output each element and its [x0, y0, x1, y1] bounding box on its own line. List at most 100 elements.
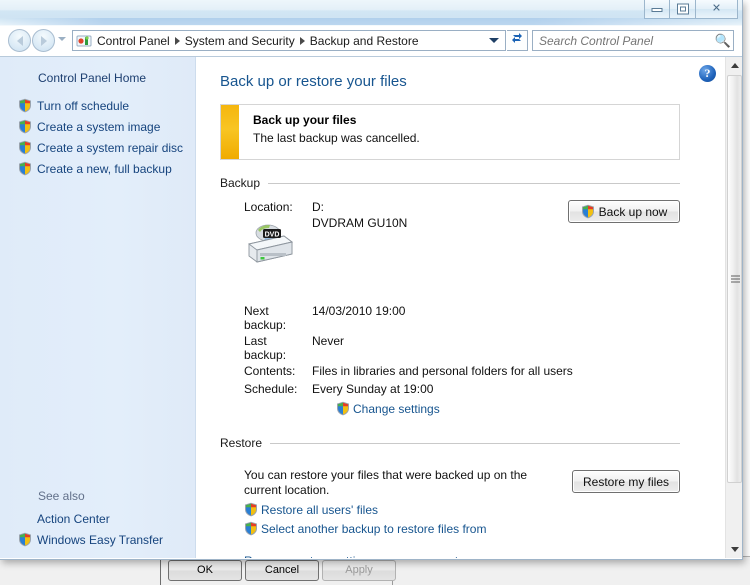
- apply-button: Apply: [322, 560, 396, 581]
- shield-icon: [244, 521, 258, 536]
- sidebar-item-turn-off-schedule[interactable]: Turn off schedule: [0, 95, 195, 116]
- contents-row: Contents: Files in libraries and persona…: [220, 364, 680, 378]
- select-another-backup-link-row[interactable]: Select another backup to restore files f…: [220, 521, 680, 536]
- row-value: Every Sunday at 19:00: [312, 382, 434, 396]
- banner-title: Back up your files: [253, 113, 357, 127]
- breadcrumb[interactable]: Control Panel System and Security Backup…: [72, 30, 506, 51]
- forward-arrow-icon: [40, 35, 47, 46]
- sidebar-item-label: Windows Easy Transfer: [37, 532, 164, 547]
- divider: [270, 442, 680, 444]
- close-icon: ✕: [711, 2, 722, 15]
- main-content: ? Back up or restore your files Back up …: [196, 57, 742, 558]
- recent-pages-chevron-down-icon[interactable]: [58, 37, 66, 41]
- restore-button[interactable]: [670, 0, 696, 19]
- scrollbar-thumb[interactable]: [727, 75, 742, 483]
- title-bar: ✕: [0, 0, 742, 26]
- shield-icon: [18, 119, 32, 134]
- see-also-title: See also: [38, 489, 85, 503]
- sidebar: Control Panel Home Turn off schedule Cre…: [0, 57, 196, 558]
- breadcrumb-separator-icon: [299, 36, 305, 45]
- address-bar: Control Panel System and Security Backup…: [0, 26, 742, 56]
- restore-description: You can restore your files that were bac…: [244, 468, 528, 497]
- next-backup-row: Next backup: 14/03/2010 19:00: [220, 304, 680, 332]
- restore-section: Restore my files You can restore your fi…: [220, 468, 680, 558]
- row-label: Last backup:: [244, 334, 287, 362]
- shield-icon: [336, 401, 350, 416]
- scrollbar-grip-icon: [731, 275, 740, 283]
- shield-icon: [18, 98, 32, 113]
- back-up-now-button[interactable]: Back up now: [568, 200, 680, 223]
- row-label: Next backup:: [244, 304, 287, 332]
- row-value: Never: [312, 334, 345, 348]
- scroll-up-button[interactable]: [726, 57, 742, 74]
- background-dialog-left-edge: [160, 556, 161, 585]
- restore-all-users-files-link[interactable]: Restore all users' files: [261, 503, 378, 517]
- change-settings-link-row[interactable]: Change settings: [220, 401, 680, 416]
- sidebar-item-label: Create a system repair disc: [37, 140, 184, 155]
- breadcrumb-item-control-panel[interactable]: Control Panel: [94, 34, 173, 48]
- location-drive-letter: D:: [312, 200, 324, 214]
- restore-all-users-files-link-row[interactable]: Restore all users' files: [220, 502, 680, 517]
- sidebar-item-label: Create a system image: [37, 119, 161, 134]
- window-controls: ✕: [644, 0, 738, 19]
- breadcrumb-item-system-and-security[interactable]: System and Security: [182, 34, 298, 48]
- select-another-backup-link[interactable]: Select another backup to restore files f…: [261, 522, 486, 536]
- forward-button[interactable]: [32, 29, 55, 52]
- last-backup-row: Last backup: Never: [220, 334, 680, 362]
- sidebar-item-create-a-system-image[interactable]: Create a system image: [0, 116, 195, 137]
- recover-system-settings-link[interactable]: Recover system settings or your computer: [244, 554, 469, 558]
- refresh-button[interactable]: [507, 30, 528, 51]
- sidebar-item-create-a-new-full-backup[interactable]: Create a new, full backup: [0, 158, 195, 179]
- location-label: Location:: [244, 200, 293, 214]
- minimize-button[interactable]: [644, 0, 670, 19]
- recover-system-settings-link-row[interactable]: Recover system settings or your computer: [220, 554, 680, 558]
- breadcrumb-chevron-down-icon[interactable]: [489, 38, 499, 43]
- help-icon[interactable]: ?: [699, 65, 716, 82]
- chevron-up-icon: [730, 63, 739, 68]
- refresh-icon: [512, 33, 522, 43]
- search-box[interactable]: 🔍: [532, 30, 734, 51]
- status-accent-bar: [221, 105, 239, 159]
- page-title: Back up or restore your files: [220, 73, 407, 90]
- row-label: Schedule:: [244, 382, 298, 396]
- back-button[interactable]: [8, 29, 31, 52]
- breadcrumb-item-backup-and-restore[interactable]: Backup and Restore: [307, 34, 422, 48]
- desktop-background: OK Cancel Apply ✕ Control Panel System a…: [0, 0, 750, 585]
- scroll-down-button[interactable]: [726, 541, 742, 558]
- location-drive-name: DVDRAM GU10N: [312, 216, 408, 230]
- search-input[interactable]: [533, 33, 713, 48]
- control-panel-window: ✕ Control Panel System and Security Back…: [0, 0, 743, 560]
- shield-icon: [244, 502, 258, 517]
- sidebar-item-label: Create a new, full backup: [37, 161, 172, 176]
- cancel-button[interactable]: Cancel: [245, 560, 319, 581]
- button-label: Back up now: [598, 204, 668, 219]
- divider: [268, 182, 680, 184]
- breadcrumb-separator-icon: [174, 36, 180, 45]
- backup-section-label: Backup: [220, 176, 261, 190]
- change-settings-link[interactable]: Change settings: [353, 402, 440, 416]
- sidebar-item-control-panel-home[interactable]: Control Panel Home: [0, 69, 195, 95]
- vertical-scrollbar[interactable]: [725, 57, 742, 558]
- sidebar-item-action-center[interactable]: Action Center: [0, 509, 195, 529]
- restore-section-label: Restore: [220, 436, 263, 450]
- close-button[interactable]: ✕: [696, 0, 738, 19]
- sidebar-item-windows-easy-transfer[interactable]: Windows Easy Transfer: [0, 529, 195, 550]
- restore-my-files-button[interactable]: Restore my files: [572, 470, 680, 493]
- row-value: Files in libraries and personal folders …: [312, 364, 573, 378]
- ok-button[interactable]: OK: [168, 560, 242, 581]
- row-value: 14/03/2010 19:00: [312, 304, 406, 318]
- backup-section-header: Backup: [220, 176, 680, 190]
- minimize-icon: [651, 7, 663, 12]
- sidebar-item-label: Action Center: [37, 512, 110, 526]
- window-body: Control Panel Home Turn off schedule Cre…: [0, 56, 742, 558]
- banner-message: The last backup was cancelled.: [253, 131, 420, 145]
- sidebar-item-label: Turn off schedule: [37, 98, 130, 113]
- search-icon[interactable]: 🔍: [713, 33, 733, 49]
- sidebar-item-create-a-system-repair-disc[interactable]: Create a system repair disc: [0, 137, 195, 158]
- svg-text:DVD: DVD: [265, 231, 280, 238]
- see-also-section: See also Action Center Windows Easy Tran…: [0, 487, 195, 550]
- back-arrow-icon: [16, 35, 23, 46]
- backup-section: Back up now Location: D: DVDRAM GU10N DV…: [220, 200, 680, 416]
- shield-icon: [581, 204, 595, 219]
- schedule-row: Schedule: Every Sunday at 19:00: [220, 382, 680, 396]
